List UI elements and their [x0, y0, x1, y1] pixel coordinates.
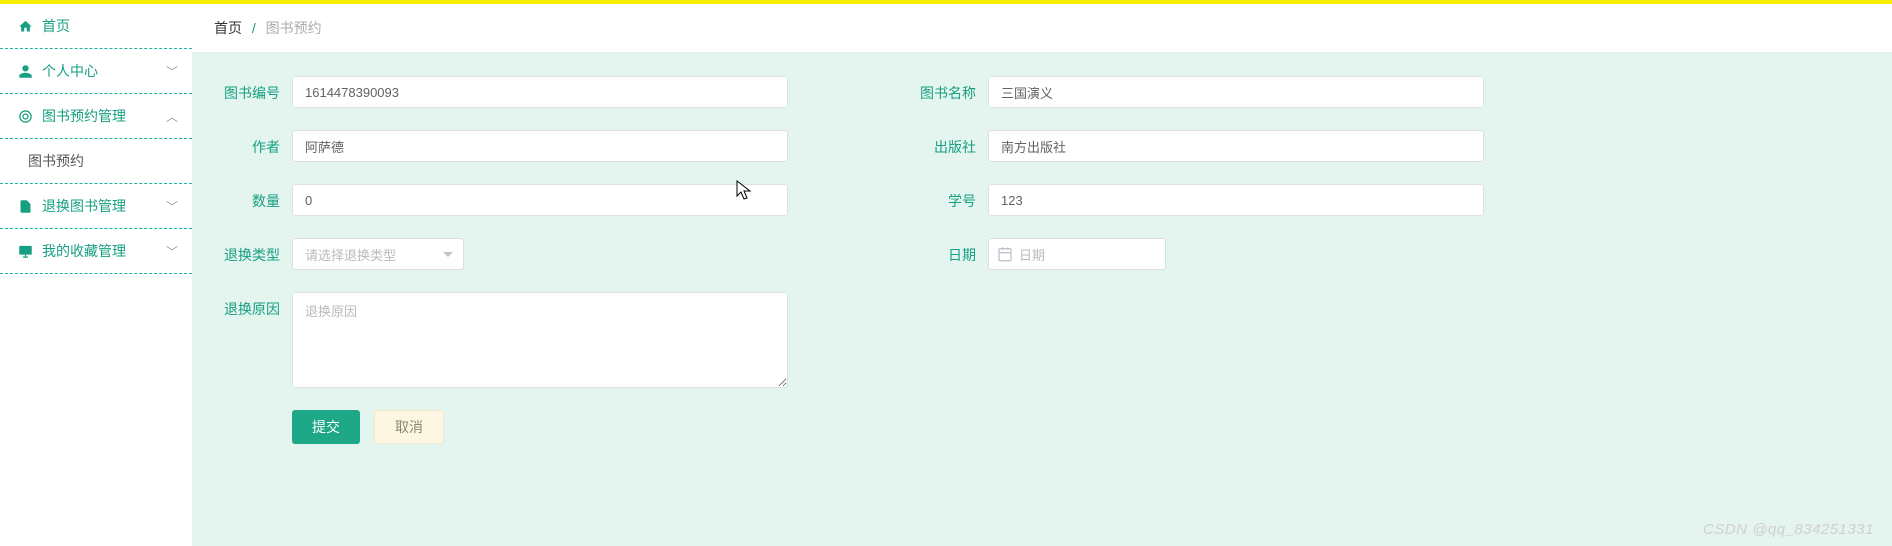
select-placeholder: 请选择退换类型: [305, 245, 396, 264]
watermark: CSDN @qq_834251331: [1703, 521, 1874, 538]
breadcrumb-current: 图书预约: [266, 20, 322, 36]
chevron-down-icon: ﹀: [166, 198, 178, 215]
label-author: 作者: [212, 130, 292, 157]
date-placeholder: 日期: [1019, 245, 1045, 264]
submit-button[interactable]: 提交: [292, 410, 360, 444]
label-book-name: 图书名称: [908, 76, 988, 103]
label-return-type: 退换类型: [212, 238, 292, 265]
input-author[interactable]: [292, 130, 788, 162]
sidebar-item-my-collection-mgmt[interactable]: 我的收藏管理 ﹀: [0, 229, 192, 274]
form-group-student-no: 学号: [908, 184, 1484, 216]
breadcrumb-home[interactable]: 首页: [214, 20, 242, 36]
sidebar-item-book-reservation[interactable]: 图书预约: [0, 139, 192, 184]
input-student-no[interactable]: [988, 184, 1484, 216]
label-publisher: 出版社: [908, 130, 988, 157]
select-return-type[interactable]: 请选择退换类型: [292, 238, 464, 270]
form-group-qty: 数量: [212, 184, 788, 216]
sidebar-item-label: 个人中心: [42, 61, 98, 81]
sidebar-item-label: 退换图书管理: [42, 196, 126, 216]
form-group-author: 作者: [212, 130, 788, 162]
textarea-reason[interactable]: [292, 292, 788, 388]
form-group-publisher: 出版社: [908, 130, 1484, 162]
form-group-book-no: 图书编号: [212, 76, 788, 108]
chevron-down-icon: ﹀: [166, 243, 178, 260]
input-book-no[interactable]: [292, 76, 788, 108]
label-book-no: 图书编号: [212, 76, 292, 103]
form-group-date: 日期 日期: [908, 238, 1166, 270]
home-icon: [16, 17, 34, 35]
button-row: 提交 取消: [212, 410, 1872, 444]
input-qty[interactable]: [292, 184, 788, 216]
top-accent-bar: [0, 0, 1892, 4]
breadcrumb-separator: /: [252, 20, 256, 36]
calendar-icon: [997, 246, 1013, 265]
label-reason: 退换原因: [212, 292, 292, 319]
sidebar-item-label: 我的收藏管理: [42, 241, 126, 261]
form-area: 图书编号 图书名称 作者 出版社: [192, 52, 1892, 546]
label-student-no: 学号: [908, 184, 988, 211]
form-group-reason: 退换原因: [212, 292, 788, 388]
form-group-return-type: 退换类型 请选择退换类型: [212, 238, 464, 270]
breadcrumb: 首页 / 图书预约: [192, 4, 1892, 52]
chevron-up-icon: ︿: [166, 108, 178, 125]
sidebar-item-personal-center[interactable]: 个人中心 ﹀: [0, 49, 192, 94]
sidebar-item-label: 首页: [42, 16, 70, 36]
file-icon: [16, 197, 34, 215]
main-content: 首页 / 图书预约 图书编号 图书名称 作者: [192, 0, 1892, 546]
cancel-button[interactable]: 取消: [374, 410, 444, 444]
datepicker-date[interactable]: 日期: [988, 238, 1166, 270]
sidebar-item-label: 图书预约: [28, 151, 84, 171]
input-publisher[interactable]: [988, 130, 1484, 162]
label-date: 日期: [908, 238, 988, 265]
sidebar: 首页 个人中心 ﹀ 图书预约管理 ︿ 图书预约 退换图书管理 ﹀: [0, 0, 192, 546]
chevron-down-icon: ﹀: [166, 63, 178, 80]
monitor-icon: [16, 242, 34, 260]
form-group-book-name: 图书名称: [908, 76, 1484, 108]
grid-icon: [16, 107, 34, 125]
label-qty: 数量: [212, 184, 292, 211]
sidebar-item-return-mgmt[interactable]: 退换图书管理 ﹀: [0, 184, 192, 229]
user-icon: [16, 62, 34, 80]
sidebar-item-home[interactable]: 首页: [0, 4, 192, 49]
sidebar-item-label: 图书预约管理: [42, 106, 126, 126]
sidebar-item-book-reservation-mgmt[interactable]: 图书预约管理 ︿: [0, 94, 192, 139]
input-book-name[interactable]: [988, 76, 1484, 108]
